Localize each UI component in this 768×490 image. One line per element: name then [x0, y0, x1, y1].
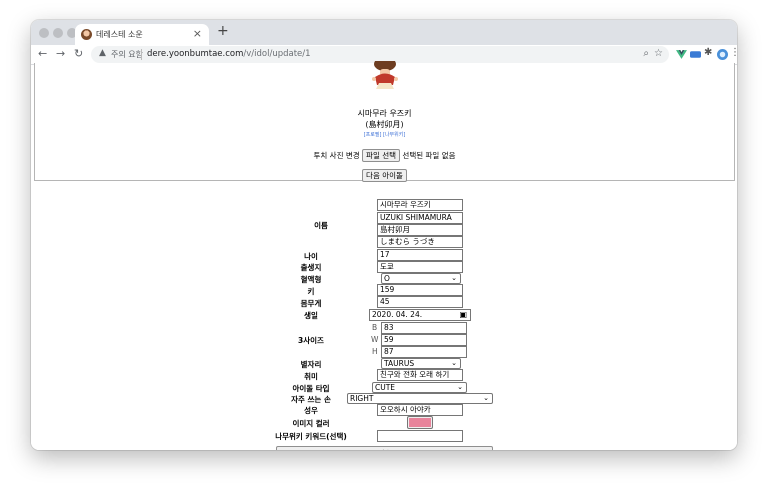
- bust-key: B: [372, 323, 378, 332]
- birthplace-label: 출생지: [300, 263, 322, 272]
- image-color-picker[interactable]: [407, 416, 433, 429]
- browser-window: 데레스테 소운 × + ← → ↻ ▲ 주의 요함 dere.yoonbumta…: [31, 20, 737, 450]
- zodiac-label: 별자리: [300, 360, 322, 369]
- three-sizes-label: 3사이즈: [298, 336, 324, 345]
- url-text[interactable]: dere.yoonbumtae.com/v/idol/update/1: [147, 49, 311, 59]
- media-extension-icon[interactable]: [690, 49, 701, 60]
- address-separator: [141, 49, 142, 60]
- security-label[interactable]: 주의 요함: [111, 49, 143, 60]
- back-icon[interactable]: ←: [38, 47, 47, 60]
- calendar-icon[interactable]: ▣: [459, 310, 467, 320]
- chevron-down-icon: ⌄: [451, 359, 457, 367]
- hip-key: H: [372, 347, 378, 356]
- waist-key: W: [371, 335, 379, 344]
- new-tab-button[interactable]: +: [217, 23, 229, 39]
- url-host: dere.yoonbumtae.com: [147, 49, 244, 59]
- warning-icon: ▲: [99, 48, 106, 58]
- next-idol-row: 다음 아이돌: [35, 163, 734, 182]
- dominant-hand-select[interactable]: RIGHT ⌄: [347, 393, 493, 404]
- window-close-dot[interactable]: [39, 28, 49, 38]
- birthday-input[interactable]: 2020. 04. 24. ▣: [369, 309, 471, 321]
- profile-links[interactable]: [프로필] [나무위키]: [35, 131, 734, 138]
- menu-kebab-icon[interactable]: ⋮: [730, 47, 737, 58]
- name-label: 이름: [314, 221, 328, 230]
- file-status-text: 선택된 파일 없음: [402, 151, 456, 160]
- idol-portrait: [372, 61, 398, 89]
- birthday-label: 생일: [304, 311, 318, 320]
- zodiac-value: TAURUS: [384, 359, 415, 368]
- height-label: 키: [307, 287, 315, 296]
- height-input[interactable]: 159: [377, 284, 463, 296]
- age-input[interactable]: 17: [377, 249, 463, 261]
- photo-upload-row: 투치 사진 변경 파일 선택 선택된 파일 없음: [35, 149, 734, 162]
- chevron-down-icon: ⌄: [457, 383, 463, 391]
- blood-type-select[interactable]: O ⌄: [381, 273, 461, 284]
- bust-input[interactable]: 83: [381, 322, 467, 334]
- image-color-label: 이미지 컬러: [292, 419, 330, 428]
- name-ko-input[interactable]: 시마무라 우즈키: [377, 199, 463, 211]
- dominant-hand-value: RIGHT: [350, 394, 374, 403]
- name-kanji-input[interactable]: 島村卯月: [377, 224, 463, 236]
- idol-type-select[interactable]: CUTE ⌄: [372, 382, 467, 393]
- name-kana-input[interactable]: しまむら うづき: [377, 236, 463, 248]
- extensions-puzzle-icon[interactable]: ✱: [704, 47, 715, 58]
- blood-type-value: O: [384, 274, 390, 283]
- zodiac-select[interactable]: TAURUS ⌄: [381, 358, 461, 369]
- voice-actor-input[interactable]: 오오하시 아야카: [377, 404, 463, 416]
- blood-type-label: 혈액형: [300, 275, 322, 284]
- profile-avatar-icon[interactable]: [717, 49, 728, 60]
- bookmark-star-icon[interactable]: ☆: [654, 48, 663, 59]
- weight-input[interactable]: 45: [377, 296, 463, 308]
- tab-bar: 데레스테 소운 × +: [31, 20, 737, 45]
- submit-button[interactable]: 전송: [276, 446, 493, 450]
- birthday-value: 2020. 04. 24.: [372, 310, 423, 319]
- chevron-down-icon: ⌄: [451, 274, 457, 282]
- idol-type-label: 아이돌 타입: [292, 384, 330, 393]
- browser-tab[interactable]: 데레스테 소운 ×: [75, 24, 209, 45]
- idol-profile-box: 시마무라 우즈키 (島村卯月) [프로필] [나무위키] 투치 사진 변경 파일…: [34, 61, 735, 182]
- photo-change-label: 투치 사진 변경: [313, 151, 360, 160]
- page-content: 시마무라 우즈키 (島村卯月) [프로필] [나무위키] 투치 사진 변경 파일…: [31, 61, 737, 450]
- next-idol-button[interactable]: 다음 아이돌: [362, 169, 407, 182]
- weight-label: 몸무게: [300, 299, 322, 308]
- file-select-button[interactable]: 파일 선택: [362, 149, 401, 162]
- idol-type-value: CUTE: [375, 383, 396, 392]
- tab-close-icon[interactable]: ×: [193, 27, 202, 40]
- dominant-hand-label: 자주 쓰는 손: [291, 395, 331, 404]
- age-label: 나이: [304, 252, 318, 261]
- vue-extension-icon[interactable]: [676, 49, 687, 60]
- hip-input[interactable]: 87: [381, 346, 467, 358]
- voice-actor-label: 성우: [304, 406, 318, 415]
- chevron-down-icon: ⌄: [483, 394, 489, 402]
- idol-name-ko: 시마무라 우즈키: [357, 109, 412, 118]
- zoom-icon[interactable]: ⌕: [643, 48, 649, 59]
- waist-input[interactable]: 59: [381, 334, 467, 346]
- namu-keyword-label: 나무위키 키워드(선택): [275, 432, 347, 441]
- tab-title: 데레스테 소운: [96, 30, 143, 39]
- window-minimize-dot[interactable]: [53, 28, 63, 38]
- url-path: /v/idol/update/1: [243, 49, 311, 59]
- idol-name-kanji: (島村卯月): [365, 120, 404, 129]
- reload-icon[interactable]: ↻: [74, 47, 83, 60]
- hobby-label: 취미: [304, 372, 318, 381]
- hobby-input[interactable]: 친구와 전화 오래 하기: [377, 369, 463, 381]
- image-color-swatch: [409, 418, 431, 427]
- namu-keyword-input[interactable]: [377, 430, 463, 442]
- name-en-input[interactable]: UZUKI SHIMAMURA: [377, 212, 463, 224]
- forward-icon[interactable]: →: [56, 47, 65, 60]
- birthplace-input[interactable]: 도쿄: [377, 261, 463, 273]
- favicon-icon: [81, 29, 92, 40]
